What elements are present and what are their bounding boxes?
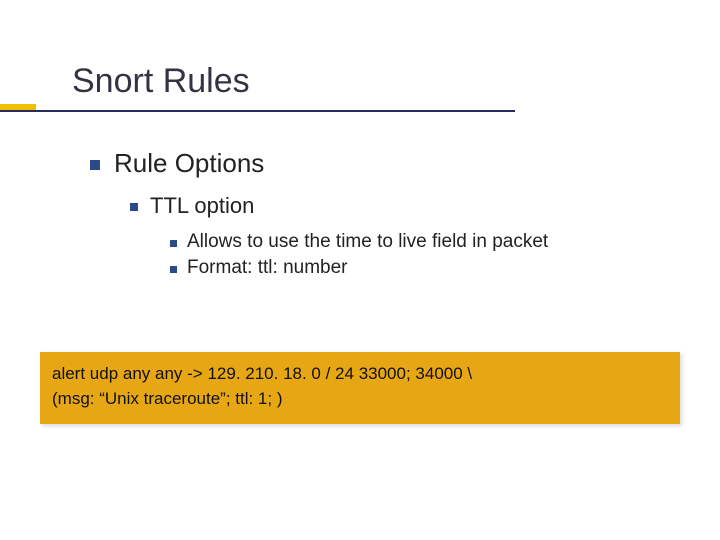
- bullet-text: Allows to use the time to live field in …: [187, 231, 548, 253]
- list-item: Allows to use the time to live field in …: [170, 231, 680, 253]
- bullet-text: Rule Options: [114, 148, 264, 179]
- code-line: alert udp any any -> 129. 210. 18. 0 / 2…: [52, 362, 668, 387]
- code-line: (msg: “Unix traceroute”; ttl: 1; ): [52, 387, 668, 412]
- slide: Snort Rules Rule Options TTL option Allo…: [0, 0, 720, 540]
- code-example-box: alert udp any any -> 129. 210. 18. 0 / 2…: [40, 352, 680, 424]
- bullet-text: TTL option: [150, 193, 254, 219]
- list-item: Rule Options: [90, 148, 680, 179]
- title-underline: [0, 110, 515, 112]
- square-bullet-icon: [130, 203, 138, 211]
- list-item: TTL option: [130, 193, 680, 219]
- square-bullet-icon: [170, 240, 177, 247]
- square-bullet-icon: [170, 266, 177, 273]
- content-area: Rule Options TTL option Allows to use th…: [90, 148, 680, 283]
- square-bullet-icon: [90, 160, 100, 170]
- list-item: Format: ttl: number: [170, 257, 680, 279]
- slide-title: Snort Rules: [72, 62, 250, 101]
- bullet-text: Format: ttl: number: [187, 257, 348, 279]
